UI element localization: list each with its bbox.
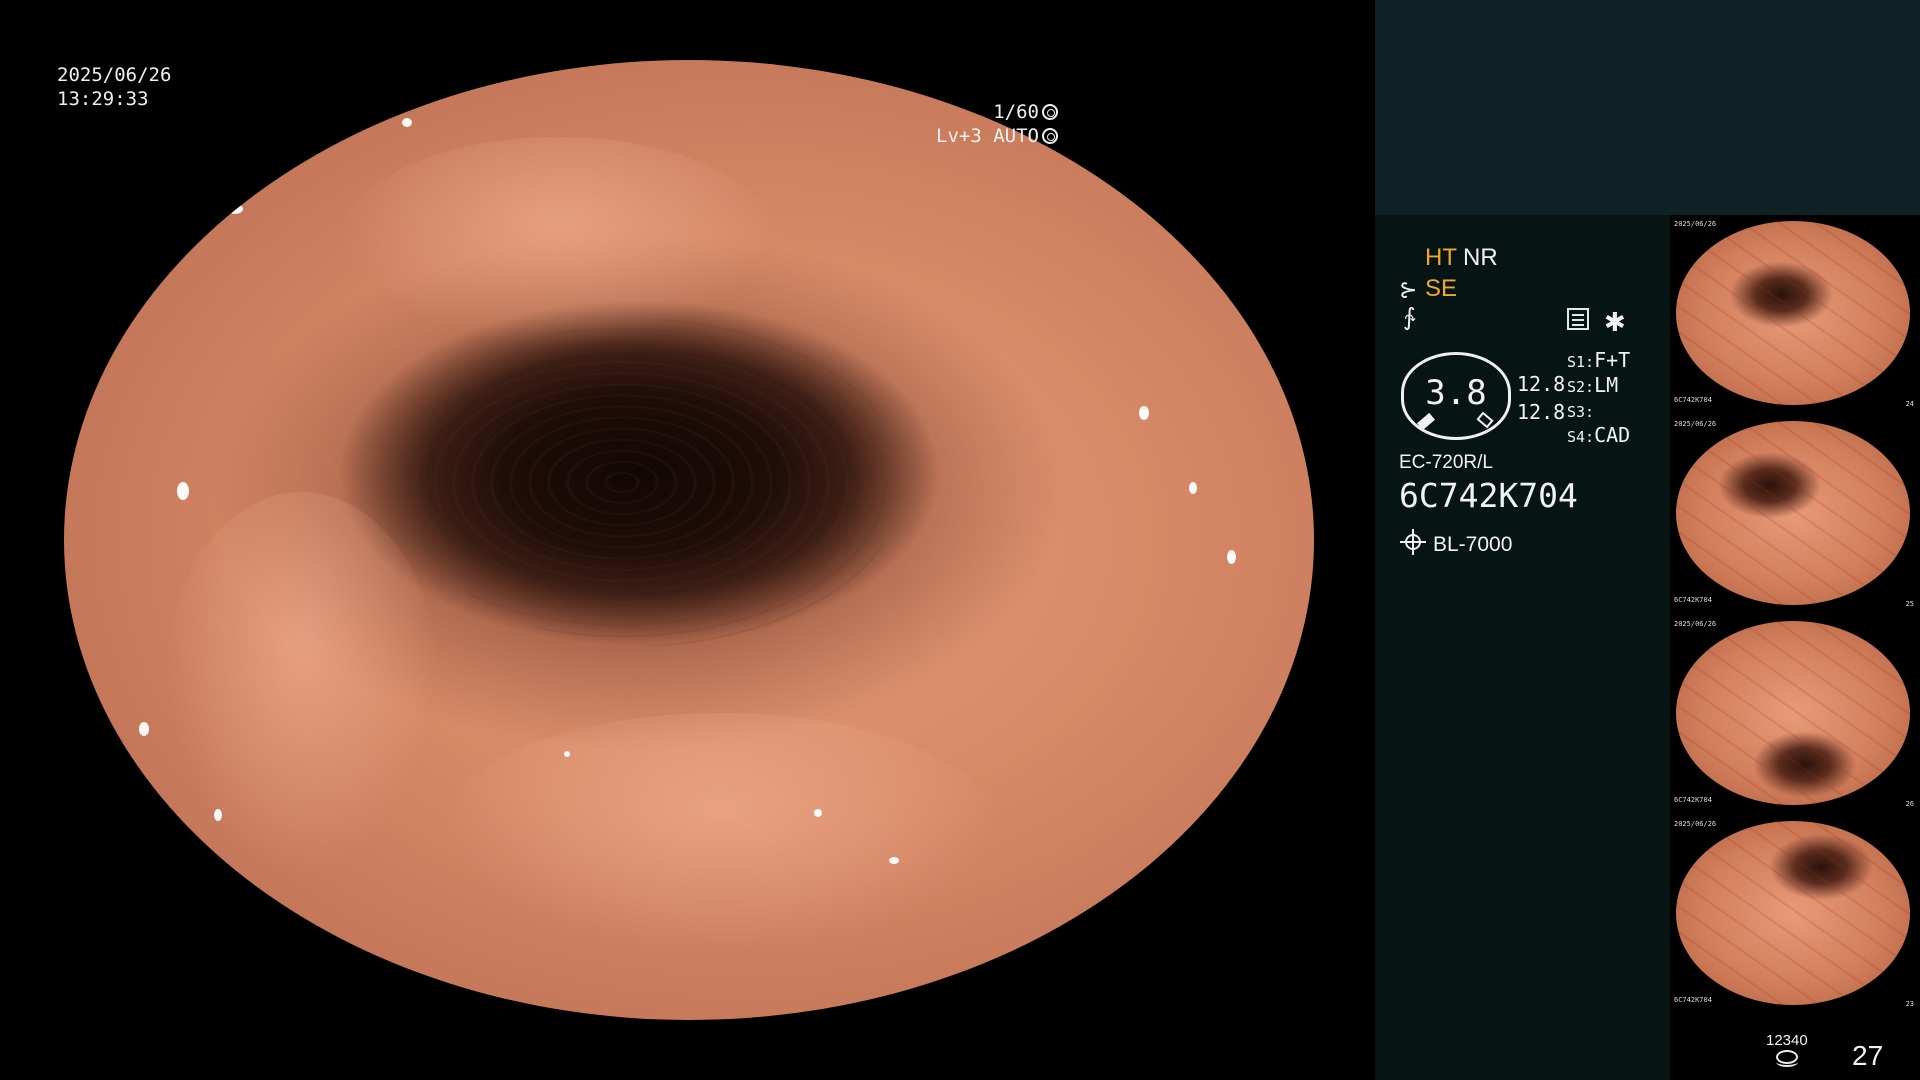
light-source-icon xyxy=(1400,529,1426,555)
capture-thumbnail[interactable]: 2025/06/26 6C742K704 24 xyxy=(1670,218,1920,410)
capture-thumbnail[interactable]: 2025/06/26 6C742K704 25 xyxy=(1670,418,1920,610)
thumbnail-number: 23 xyxy=(1905,1000,1914,1008)
thumbnail-serial: 6C742K704 xyxy=(1674,596,1712,604)
switch-s3: S3: xyxy=(1567,403,1595,421)
magnification-dial: 3.8 xyxy=(1401,352,1511,440)
capture-datetime: 2025/06/26 13:29:33 xyxy=(57,63,171,111)
thumbnail-date: 2025/06/26 xyxy=(1674,420,1717,428)
specular-highlight xyxy=(814,808,822,817)
thumbnail-number: 26 xyxy=(1905,800,1914,808)
shutter-speed: 1/60 xyxy=(993,101,1039,123)
thumbnail-date: 2025/06/26 xyxy=(1674,620,1717,628)
iris-mode: Lv+3 AUTO xyxy=(936,125,1039,147)
mucosal-fold xyxy=(164,492,439,876)
specular-highlight xyxy=(139,722,149,737)
capture-date: 2025/06/26 xyxy=(57,64,172,86)
dial-marker-filled xyxy=(1416,412,1436,431)
thumbnail-number: 25 xyxy=(1905,600,1914,608)
specular-highlight xyxy=(1226,549,1236,564)
zoom-value-2: 12.8 xyxy=(1517,400,1566,424)
thumbnail-date: 2025/06/26 xyxy=(1674,220,1717,228)
scope-serial: 6C742K704 xyxy=(1399,476,1578,515)
scope-model: EC-720R/L xyxy=(1399,452,1493,473)
specular-highlight xyxy=(401,117,412,127)
thumbnail-serial: 6C742K704 xyxy=(1674,996,1712,1004)
endoscopy-screen: 2025/06/26 13:29:33 1/60 Lv+3 AUTO HT NR… xyxy=(0,0,1920,1080)
specular-highlight xyxy=(889,856,899,864)
capture-thumbnail[interactable]: 2025/06/26 6C742K704 26 xyxy=(1670,618,1920,810)
specular-highlight xyxy=(226,204,243,214)
specular-highlight xyxy=(176,482,189,501)
scene-icon xyxy=(1567,308,1589,330)
panel-header-area xyxy=(1375,0,1920,215)
thumbnail-date: 2025/06/26 xyxy=(1674,820,1717,828)
panel-status-area xyxy=(1375,215,1670,1080)
thumbnail-image xyxy=(1676,821,1910,1005)
iris-icon xyxy=(1042,128,1058,144)
storage-count: 12340 xyxy=(1766,1032,1808,1049)
shutter-icon xyxy=(1042,104,1058,120)
mucosal-fold xyxy=(439,712,1002,953)
specular-highlight xyxy=(1189,482,1197,495)
thumbnail-image xyxy=(1676,221,1910,405)
exposure-settings: 1/60 Lv+3 AUTO xyxy=(936,100,1058,148)
info-panel: HT NR ⊱ SE ∱ ✱ 3.8 12.8 12.8 S1:F+T S2:L… xyxy=(1375,0,1920,1080)
ht-indicator: HT xyxy=(1425,244,1457,271)
thumbnail-serial: 6C742K704 xyxy=(1674,396,1712,404)
thumbnail-serial: 6C742K704 xyxy=(1674,796,1712,804)
switch-s2: S2:LM xyxy=(1567,373,1619,397)
specular-highlight xyxy=(214,808,222,821)
capture-thumbnail[interactable]: 2025/06/26 6C742K704 23 xyxy=(1670,818,1920,1010)
asterisk-icon: ✱ xyxy=(1604,307,1626,337)
image-count: 27 xyxy=(1852,1040,1884,1071)
thumbnail-image xyxy=(1676,621,1910,805)
zoom-value-1: 12.8 xyxy=(1517,372,1566,396)
enhancement-icon: ∱ xyxy=(1403,304,1416,331)
nr-indicator: NR xyxy=(1463,244,1498,271)
dial-value: 3.8 xyxy=(1425,373,1487,413)
switch-s4: S4:CAD xyxy=(1567,423,1631,447)
capture-time: 13:29:33 xyxy=(57,88,149,110)
lumen xyxy=(401,319,902,646)
endoscope-live-image xyxy=(64,60,1314,1020)
switch-s1: S1:F+T xyxy=(1567,348,1631,372)
se-indicator: SE xyxy=(1425,275,1458,302)
disk-icon xyxy=(1776,1050,1798,1067)
thumbnail-number: 24 xyxy=(1905,400,1914,408)
thumbnail-image xyxy=(1676,421,1910,605)
mucosal-fold xyxy=(339,136,777,348)
light-source-model: BL-7000 xyxy=(1433,533,1513,556)
se-icon: ⊱ xyxy=(1399,277,1418,302)
specular-highlight xyxy=(1139,405,1149,420)
